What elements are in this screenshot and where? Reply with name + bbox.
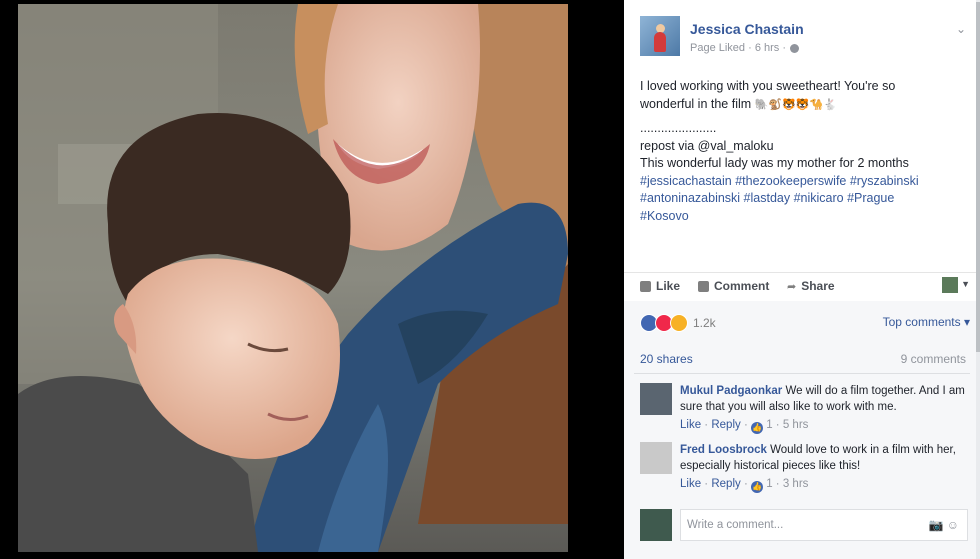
reaction-count: 1.2k (693, 316, 716, 330)
post-text-line: This wonderful lady was my mother for 2 … (640, 156, 909, 170)
commenter-avatar[interactable] (640, 442, 672, 474)
comment-like-count: 1 (766, 478, 773, 490)
scrollbar-thumb[interactable] (976, 2, 980, 352)
post-actions: Like Comment ➦ Share ▼ (624, 272, 980, 301)
like-label: Like (656, 279, 681, 293)
hashtag-line[interactable]: #jessicachastain #thezookeeperswife #rys… (640, 173, 960, 191)
post-header-and-body: Jessica Chastain Page Liked · 6 hrs · ⌄ … (624, 0, 980, 300)
comments-count[interactable]: 9 comments (901, 352, 966, 366)
comment-meta: Like · Reply · 👍 1 · 5 hrs (680, 419, 809, 434)
shares-link[interactable]: 20 shares (640, 352, 693, 366)
comment-meta: Like · Reply · 👍 1 · 3 hrs (680, 478, 809, 493)
post-text-line: repost via @val_maloku (640, 138, 774, 153)
post-text: I loved working with you sweetheart! You… (640, 78, 960, 225)
commenter-avatar[interactable] (640, 383, 672, 415)
comment-button[interactable]: Comment (698, 279, 769, 293)
photo-viewer (0, 0, 624, 559)
reactions-summary[interactable]: 1.2k (640, 314, 716, 332)
write-comment-box: Write a comment... 📷 ☺ (640, 509, 970, 543)
share-icon: ➦ (787, 280, 797, 293)
share-label: Share (801, 279, 835, 293)
post-text-line: I loved working with you sweetheart! You… (640, 79, 896, 93)
post-meta: Page Liked · 6 hrs · (690, 42, 799, 54)
camera-icon[interactable]: 📷 (928, 518, 943, 532)
emoji-icon[interactable]: ☺ (947, 518, 959, 532)
author-name[interactable]: Jessica Chastain (690, 21, 804, 37)
comment-text: Mukul Padgaonkar We will do a film toget… (680, 383, 970, 415)
comment-like-count: 1 (766, 419, 773, 431)
engagement-section: 1.2k Top comments ▾ 20 shares 9 comments… (624, 301, 980, 559)
current-user-avatar[interactable] (640, 509, 672, 541)
post-photo[interactable] (18, 4, 568, 552)
divider (634, 373, 970, 374)
like-button[interactable]: Like (640, 279, 680, 293)
comment-input[interactable]: Write a comment... 📷 ☺ (680, 509, 968, 541)
top-comments-dropdown[interactable]: Top comments ▾ (883, 315, 970, 329)
comment-input-icons: 📷 ☺ (928, 518, 959, 532)
caret-down-icon[interactable]: ▼ (961, 279, 970, 289)
scrollbar[interactable] (976, 0, 980, 559)
comment-time: 5 hrs (782, 419, 809, 431)
comment-like-link[interactable]: Like (680, 419, 701, 431)
post-panel: Jessica Chastain Page Liked · 6 hrs · ⌄ … (624, 0, 980, 559)
hashtag-line[interactable]: #antoninazabinski #lastday #nikicaro #Pr… (640, 190, 960, 208)
comment-label: Comment (714, 279, 770, 293)
page-avatar-small[interactable] (942, 277, 958, 293)
comment-input-placeholder: Write a comment... (687, 519, 784, 531)
post-text-line: ...................... (640, 121, 717, 135)
post-meta-text: Page Liked · 6 hrs · (690, 42, 786, 54)
post-text-line: wonderful in the film 🐘🐒🐯🐯🐪🐇 (640, 96, 960, 115)
globe-icon (790, 43, 799, 53)
like-badge-icon: 👍 (750, 422, 763, 434)
comment-item: Mukul Padgaonkar We will do a film toget… (640, 383, 970, 437)
chevron-down-icon[interactable]: ⌄ (956, 22, 966, 36)
share-button[interactable]: ➦ Share (787, 279, 835, 293)
wow-reaction-icon (670, 314, 688, 332)
comment-time: 3 hrs (782, 478, 809, 490)
like-badge-icon: 👍 (750, 481, 763, 493)
commenter-name[interactable]: Mukul Padgaonkar (680, 385, 782, 397)
comment-text: Fred Loosbrock Would love to work in a f… (680, 442, 970, 474)
post-text-segment: wonderful in the film (640, 96, 752, 111)
comment-reply-link[interactable]: Reply (711, 419, 740, 431)
hashtag-line[interactable]: #Kosovo (640, 208, 960, 226)
thumbs-up-icon (640, 280, 651, 292)
comment-icon (698, 280, 709, 292)
comment-text-segment: Would love to work in a film with (770, 444, 934, 456)
commenter-name[interactable]: Fred Loosbrock (680, 444, 767, 456)
author-avatar[interactable] (640, 16, 680, 56)
comment-text-segment: We will do a film together. And (785, 385, 940, 397)
emoji-string: 🐘🐒🐯🐯🐪🐇 (754, 98, 837, 111)
comment-like-link[interactable]: Like (680, 478, 701, 490)
comment-reply-link[interactable]: Reply (711, 478, 740, 490)
comment-item: Fred Loosbrock Would love to work in a f… (640, 442, 970, 496)
